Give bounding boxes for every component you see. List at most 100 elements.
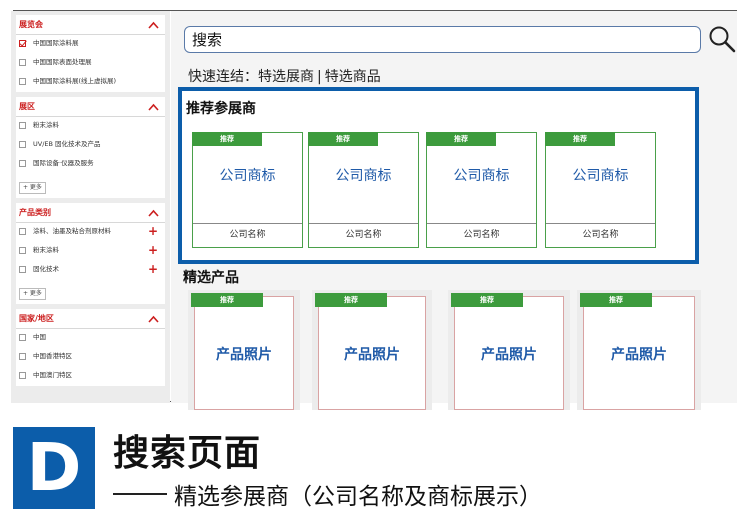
option-label: 粉末涂料 [33,121,59,129]
more-button[interactable]: + 更多 [19,288,46,300]
checkbox[interactable] [19,141,26,148]
company-name[interactable]: 公司名称 [193,223,302,247]
company-name[interactable]: 公司名称 [309,223,418,247]
product-card-frame: 推荐 产品照片 [580,293,695,410]
filter-option[interactable]: 国际设备·仪器及服务 [16,155,165,174]
exhibitor-card[interactable]: 推荐 公司商标 公司名称 [545,132,656,248]
checkbox[interactable] [19,353,26,360]
chevron-up-icon[interactable] [148,209,159,217]
product-photo: 产品照片 [216,347,272,363]
recommended-badge: 推荐 [451,293,523,307]
filter-option[interactable]: 中国澳门特区 [16,367,165,386]
filter-panel-country: 国家/地区 中国 中国香港特区 中国澳门特区 [16,309,165,386]
checkbox[interactable] [19,247,26,254]
filter-option[interactable]: 粉末涂料 [16,117,165,136]
option-label: 中国香港特区 [33,352,72,360]
filter-option[interactable]: 固化技术 + [16,261,165,280]
option-label: 中国 [33,333,46,341]
search-input-text: 搜索 [192,31,223,49]
product-card-frame: 推荐 产品照片 [451,293,564,410]
company-name[interactable]: 公司名称 [427,223,536,247]
section-title: 精选产品 [183,270,239,286]
option-label: 粉末涂料 [33,246,59,254]
quick-link-featured-exhibitors[interactable]: 特选展商 [258,69,314,85]
checkbox[interactable] [19,372,26,379]
filter-option[interactable]: 中国香港特区 [16,348,165,367]
checkbox[interactable] [19,78,26,85]
filter-option[interactable]: 中国国际涂料展 [16,35,165,54]
filter-panel-header[interactable]: 国家/地区 [16,309,165,329]
search-icon[interactable] [708,25,736,53]
expand-plus-icon[interactable]: + [148,225,158,237]
checkbox[interactable] [19,334,26,341]
recommended-badge: 推荐 [191,293,263,307]
recommended-badge: 推荐 [315,293,387,307]
company-logo: 公司商标 [572,168,629,184]
search-input[interactable]: 搜索 [184,26,701,53]
exhibitor-card[interactable]: 推荐 公司商标 公司名称 [192,132,303,248]
filter-panel-header[interactable]: 产品类别 [16,203,165,223]
filter-panel-zone: 展区 粉末涂料 UV/EB 固化技术及产品 国际设备·仪器及服务 + 更多 [16,97,165,198]
checkbox[interactable] [19,122,26,129]
expand-plus-icon[interactable]: + [148,244,158,256]
checkbox[interactable] [19,228,26,235]
filter-panel-category: 产品类别 涂料、油墨及粘合剂原材料 + 粉末涂料 + 固化技术 + + 更多 [16,203,165,304]
option-label: 国际设备·仪器及服务 [33,159,94,167]
company-logo: 公司商标 [219,168,276,184]
chevron-up-icon[interactable] [148,103,159,111]
exhibitor-card[interactable]: 推荐 公司商标 公司名称 [308,132,419,248]
checkbox[interactable] [19,59,26,66]
recommended-badge: 推荐 [192,132,262,146]
checkbox-checked[interactable] [19,40,26,47]
option-label: 中国国际表面处理展 [33,58,92,66]
option-label: 涂料、油墨及粘合剂原材料 [33,227,111,235]
product-card[interactable]: 推荐 产品照片 [448,290,570,410]
option-label: 中国国际涂料展(线上虚拟展) [33,77,117,85]
panel-title: 国家/地区 [19,314,54,323]
option-label: UV/EB 固化技术及产品 [33,140,101,148]
caption-dash [113,493,167,495]
caption-title: 搜索页面 [113,433,262,474]
caption-subtitle: 精选参展商（公司名称及商标展示） [174,484,542,510]
product-card[interactable]: 推荐 产品照片 [312,290,432,410]
option-label: 中国国际涂料展 [33,39,79,47]
filter-option[interactable]: 中国 [16,329,165,348]
option-label: 固化技术 [33,265,59,273]
filter-option[interactable]: 中国国际表面处理展 [16,54,165,73]
panel-title: 产品类别 [19,208,51,217]
product-card[interactable]: 推荐 产品照片 [188,290,300,410]
filter-option[interactable]: UV/EB 固化技术及产品 [16,136,165,155]
filter-option[interactable]: 涂料、油墨及粘合剂原材料 + [16,223,165,242]
section-title: 推荐参展商 [186,101,256,117]
panel-title: 展览会 [19,20,43,29]
quick-links-label: 快速连结： [188,69,258,85]
recommended-badge: 推荐 [580,293,652,307]
filter-panel-header[interactable]: 展览会 [16,15,165,35]
company-logo: 公司商标 [335,168,392,184]
product-photo: 产品照片 [611,347,667,363]
recommended-exhibitors-section: 推荐参展商 推荐 公司商标 公司名称 推荐 公司商标 公司名称 推荐 公司商标 … [178,87,699,264]
separator: | [317,69,322,85]
product-photo: 产品照片 [481,347,537,363]
recommended-badge: 推荐 [545,132,615,146]
recommended-badge: 推荐 [426,132,496,146]
filter-option[interactable]: 中国国际涂料展(线上虚拟展) [16,73,165,92]
product-card[interactable]: 推荐 产品照片 [577,290,701,410]
filter-panel-header[interactable]: 展区 [16,97,165,117]
exhibitor-card[interactable]: 推荐 公司商标 公司名称 [426,132,537,248]
chevron-up-icon[interactable] [148,21,159,29]
checkbox[interactable] [19,266,26,273]
checkbox[interactable] [19,160,26,167]
filter-option[interactable]: 粉末涂料 + [16,242,165,261]
product-photo: 产品照片 [344,347,400,363]
filter-sidebar: 展览会 中国国际涂料展 中国国际表面处理展 中国国际涂料展(线上虚拟展) 展区 … [11,11,170,403]
chevron-up-icon[interactable] [148,315,159,323]
section-letter-badge: D [13,427,95,509]
expand-plus-icon[interactable]: + [148,263,158,275]
more-button[interactable]: + 更多 [19,182,46,194]
filter-panel-exhibition: 展览会 中国国际涂料展 中国国际表面处理展 中国国际涂料展(线上虚拟展) [16,15,165,92]
company-logo: 公司商标 [453,168,510,184]
product-card-frame: 推荐 产品照片 [191,293,294,410]
company-name[interactable]: 公司名称 [546,223,655,247]
quick-link-featured-products[interactable]: 特选商品 [325,69,381,85]
